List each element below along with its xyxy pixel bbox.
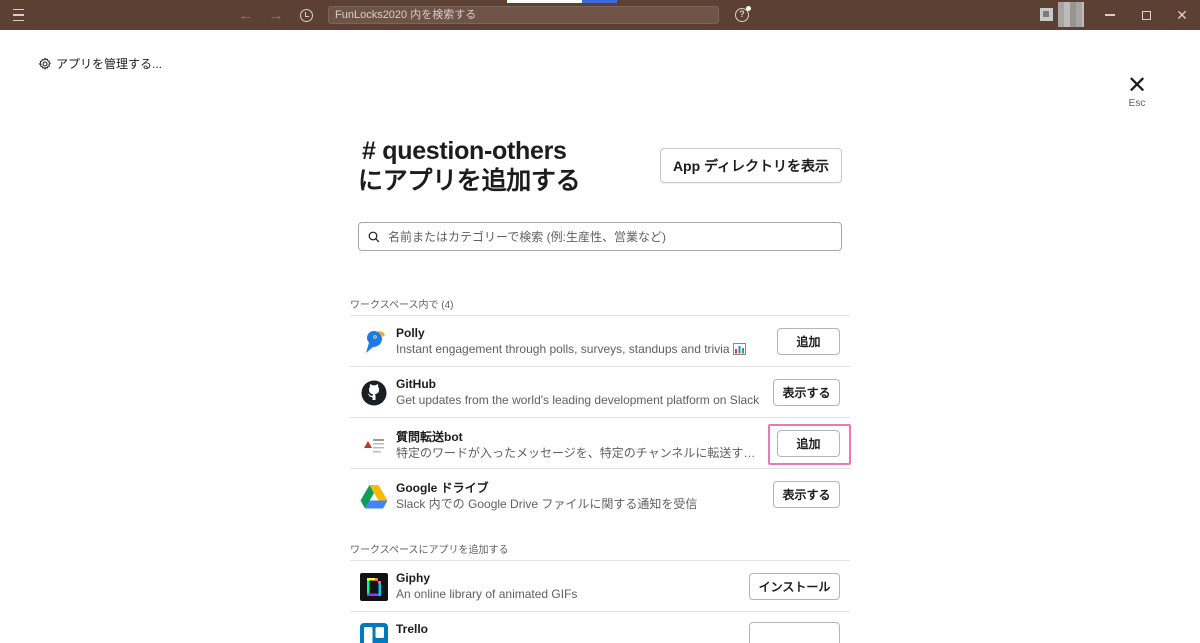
- maximize-button[interactable]: [1136, 0, 1156, 30]
- esc-label: Esc: [1128, 98, 1146, 109]
- trello-button[interactable]: [749, 622, 840, 643]
- giphy-icon: [360, 573, 388, 601]
- github-icon: [361, 380, 387, 406]
- app-name: Google ドライブ: [396, 481, 489, 495]
- gear-icon: [38, 57, 51, 69]
- install-button[interactable]: インストール: [749, 573, 840, 600]
- close-icon: ✕: [1126, 72, 1148, 99]
- app-row-trello[interactable]: Trello: [350, 612, 850, 643]
- trello-icon: [360, 623, 388, 643]
- app-row-polly[interactable]: Polly Instant engagement through polls, …: [350, 316, 850, 367]
- chart-emoji-icon: [732, 343, 746, 355]
- app-description: Instant engagement through polls, survey…: [396, 342, 746, 356]
- section-label-in-workspace: ワークスペース内で (4): [350, 300, 454, 311]
- app-description: An online library of animated GIFs: [396, 587, 578, 601]
- app-directory-button[interactable]: App ディレクトリを表示: [660, 148, 842, 183]
- app-description: 特定のワードが入ったメッセージを、特定のチャンネルに転送するbot: [396, 446, 766, 460]
- window-close-button[interactable]: ✕: [1172, 0, 1192, 30]
- menu-icon[interactable]: [8, 0, 28, 30]
- tab-strip: [507, 0, 617, 3]
- workspace-avatar[interactable]: [1040, 8, 1053, 21]
- app-name: GitHub: [396, 377, 436, 391]
- app-name: Polly: [396, 326, 425, 340]
- forward-button[interactable]: →: [266, 0, 286, 30]
- help-button[interactable]: ?: [733, 0, 751, 30]
- section-label-add-to-workspace: ワークスペースにアプリを追加する: [350, 545, 509, 556]
- app-row-giphy[interactable]: Giphy An online library of animated GIFs…: [350, 561, 850, 612]
- history-icon[interactable]: [296, 0, 316, 30]
- back-button[interactable]: ←: [236, 0, 256, 30]
- title-bar: ← → FunLocks2020 内を検索する ? ✕: [0, 0, 1200, 30]
- manage-apps-link[interactable]: アプリを管理する...: [38, 55, 162, 72]
- user-avatar[interactable]: [1058, 2, 1084, 27]
- google-drive-icon: [360, 485, 388, 509]
- app-name: 質問転送bot: [396, 430, 463, 444]
- app-name: Trello: [396, 622, 429, 636]
- workspace-search-input[interactable]: FunLocks2020 内を検索する: [328, 6, 719, 24]
- search-icon: [368, 231, 380, 242]
- view-button[interactable]: 表示する: [773, 379, 840, 406]
- manage-apps-label: アプリを管理する...: [56, 57, 163, 71]
- app-search-box[interactable]: [358, 222, 842, 251]
- close-modal-button[interactable]: ✕ Esc: [1124, 72, 1150, 110]
- app-description: Slack 内での Google Drive ファイルに関する通知を受信: [396, 497, 698, 511]
- polly-icon: [366, 331, 385, 353]
- app-description: Get updates from the world's leading dev…: [396, 393, 760, 407]
- app-row-google-drive[interactable]: Google ドライブ Slack 内での Google Drive ファイルに…: [350, 469, 850, 520]
- app-row-github[interactable]: GitHub Get updates from the world's lead…: [350, 367, 850, 418]
- add-button[interactable]: 追加: [777, 328, 840, 355]
- app-name: Giphy: [396, 571, 431, 585]
- page-title: # question-others にアプリを追加する: [358, 136, 581, 196]
- page-title-channel: # question-others: [362, 137, 567, 165]
- bot-icon: [360, 430, 388, 458]
- help-icon: ?: [739, 9, 745, 19]
- page-title-action: にアプリを追加する: [358, 167, 581, 195]
- view-button[interactable]: 表示する: [773, 481, 840, 508]
- highlight-box: [768, 424, 851, 465]
- minimize-button[interactable]: [1100, 0, 1120, 30]
- app-search-input[interactable]: [388, 229, 818, 244]
